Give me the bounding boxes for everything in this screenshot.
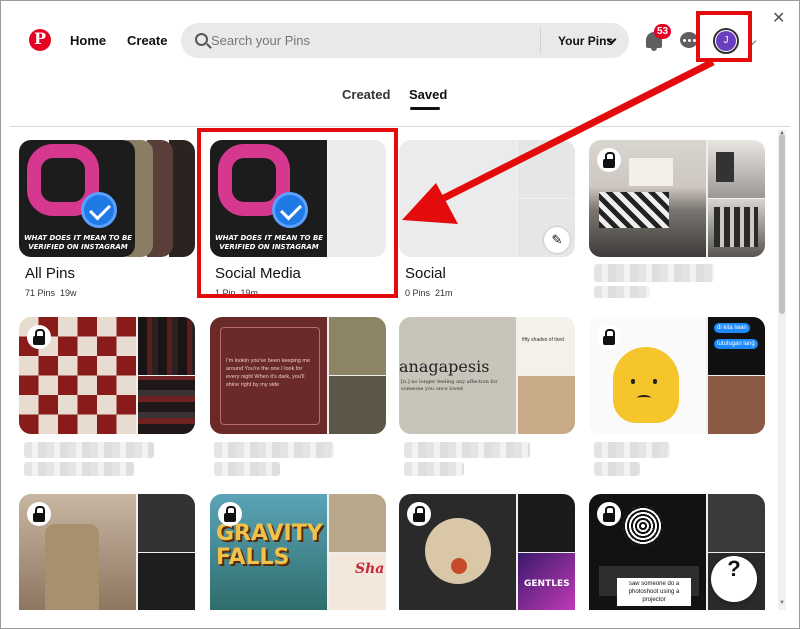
annotation-arrow	[402, 58, 715, 224]
